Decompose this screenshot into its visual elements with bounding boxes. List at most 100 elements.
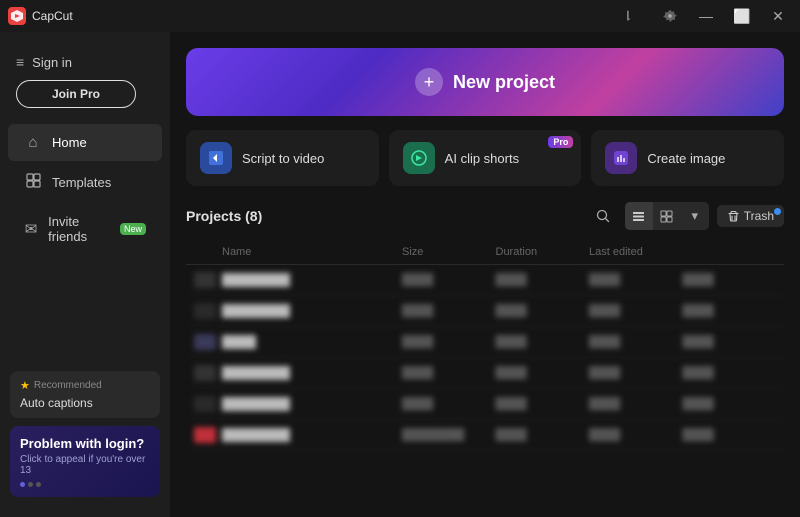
col-duration: Duration: [496, 246, 590, 258]
clip-icon: [403, 142, 435, 174]
problem-card[interactable]: Problem with login? Click to appeal if y…: [10, 426, 160, 497]
signin-label: Sign in: [32, 55, 72, 70]
app-body: ≡ Sign in Join Pro ⌂ Home Templ: [0, 32, 800, 517]
sidebar-item-invite[interactable]: ✉ Invite friends New: [8, 204, 162, 254]
row-duration: ████: [496, 274, 590, 286]
maximize-btn[interactable]: ⬜: [728, 6, 756, 26]
close-btn[interactable]: ✕: [764, 6, 792, 26]
row-size: ████: [402, 367, 496, 379]
row-name: ████████: [222, 397, 402, 411]
list-view-btn[interactable]: [625, 202, 653, 230]
plus-circle-icon: +: [415, 68, 443, 96]
sidebar-item-templates[interactable]: Templates: [8, 163, 162, 202]
search-button[interactable]: [589, 202, 617, 230]
app-logo: CapCut: [8, 7, 73, 25]
script-to-video-label: Script to video: [242, 151, 324, 166]
row-name: ████████: [222, 366, 402, 380]
action-cards: Script to video AI clip shorts Pro: [186, 130, 784, 186]
row-thumbnail: [194, 396, 216, 412]
templates-icon: [24, 173, 42, 192]
recommendation-card[interactable]: ★ Recommended Auto captions: [10, 371, 160, 418]
row-duration: ████: [496, 429, 590, 441]
sidebar-item-home[interactable]: ⌂ Home: [8, 124, 162, 161]
sidebar: ≡ Sign in Join Pro ⌂ Home Templ: [0, 32, 170, 517]
row-thumbnail: [194, 303, 216, 319]
row-size: ████: [402, 274, 496, 286]
row-edited: ████: [589, 274, 683, 286]
row-name: ████████: [222, 304, 402, 318]
row-size: ████: [402, 336, 496, 348]
signin-row[interactable]: ≡ Sign in: [16, 48, 154, 76]
ai-clip-shorts-card[interactable]: AI clip shorts Pro: [389, 130, 582, 186]
problem-subtitle: Click to appeal if you're over 13: [20, 454, 150, 476]
row-extra: ████: [683, 367, 777, 379]
row-thumbnail: [194, 365, 216, 381]
trash-button[interactable]: Trash: [717, 205, 784, 227]
app-name: CapCut: [32, 9, 73, 23]
trash-icon: [727, 210, 740, 223]
invite-icon: ✉: [24, 220, 38, 238]
row-size: ████: [402, 305, 496, 317]
row-thumbnail: [194, 427, 216, 443]
row-edited: ████: [589, 367, 683, 379]
view-toggle: ▾: [625, 202, 709, 230]
home-icon: ⌂: [24, 134, 42, 151]
row-name: ████: [222, 335, 402, 349]
window-controls: — ⬜ ✕: [620, 6, 792, 26]
table-row[interactable]: ████████ ████ ████ ████ ████: [186, 296, 784, 327]
row-edited: ████: [589, 398, 683, 410]
col-extra: [683, 246, 777, 258]
new-project-banner[interactable]: + New project: [186, 48, 784, 116]
titlebar: CapCut — ⬜ ✕: [0, 0, 800, 32]
row-name: ████████: [222, 273, 402, 287]
settings-titlebar-btn[interactable]: [656, 6, 684, 26]
create-icon: [605, 142, 637, 174]
join-pro-button[interactable]: Join Pro: [16, 80, 136, 108]
row-thumbnail: [194, 334, 216, 350]
create-image-card[interactable]: Create image: [591, 130, 784, 186]
sidebar-item-templates-label: Templates: [52, 175, 111, 190]
table-header: Name Size Duration Last edited: [186, 240, 784, 265]
table-row[interactable]: ████████ ████ ████ ████ ████: [186, 265, 784, 296]
signin-icon: ≡: [16, 54, 24, 70]
table-row[interactable]: ████████ ████████ ████ ████ ████: [186, 420, 784, 451]
main-content: + New project Script to video: [170, 32, 800, 517]
row-duration: ████: [496, 398, 590, 410]
rec-name: Auto captions: [20, 396, 150, 410]
projects-header: Projects (8): [186, 202, 784, 230]
dot-3: [36, 482, 41, 487]
row-edited: ████: [589, 336, 683, 348]
row-extra: ████: [683, 398, 777, 410]
problem-dots: [20, 482, 150, 487]
table-row[interactable]: ████ ████ ████ ████ ████: [186, 327, 784, 358]
row-size: ████████: [402, 429, 496, 441]
row-extra: ████: [683, 429, 777, 441]
trash-label: Trash: [744, 209, 774, 223]
sidebar-nav: ⌂ Home Templates ✉ Invite friends New: [0, 120, 170, 363]
script-icon: [200, 142, 232, 174]
sidebar-user-section: ≡ Sign in Join Pro: [0, 44, 170, 120]
row-extra: ████: [683, 274, 777, 286]
table-row[interactable]: ████████ ████ ████ ████ ████: [186, 358, 784, 389]
row-extra: ████: [683, 305, 777, 317]
dot-1: [20, 482, 25, 487]
row-duration: ████: [496, 305, 590, 317]
grid-view-btn[interactable]: [653, 202, 681, 230]
sidebar-bottom: ★ Recommended Auto captions Problem with…: [0, 363, 170, 505]
dot-2: [28, 482, 33, 487]
problem-title: Problem with login?: [20, 436, 150, 451]
ai-clip-shorts-label: AI clip shorts: [445, 151, 519, 166]
row-duration: ████: [496, 367, 590, 379]
table-row[interactable]: ████████ ████ ████ ████ ████: [186, 389, 784, 420]
minimize-btn[interactable]: —: [692, 6, 720, 26]
logo-icon: [8, 7, 26, 25]
script-to-video-card[interactable]: Script to video: [186, 130, 379, 186]
row-edited: ████: [589, 305, 683, 317]
chat-titlebar-btn[interactable]: [620, 6, 648, 26]
dropdown-view-btn[interactable]: ▾: [681, 202, 709, 230]
col-name: Name: [222, 246, 402, 258]
projects-table: Name Size Duration Last edited ████████ …: [186, 240, 784, 451]
row-name: ████████: [222, 428, 402, 442]
new-badge: New: [120, 223, 146, 235]
pro-badge: Pro: [548, 136, 573, 148]
